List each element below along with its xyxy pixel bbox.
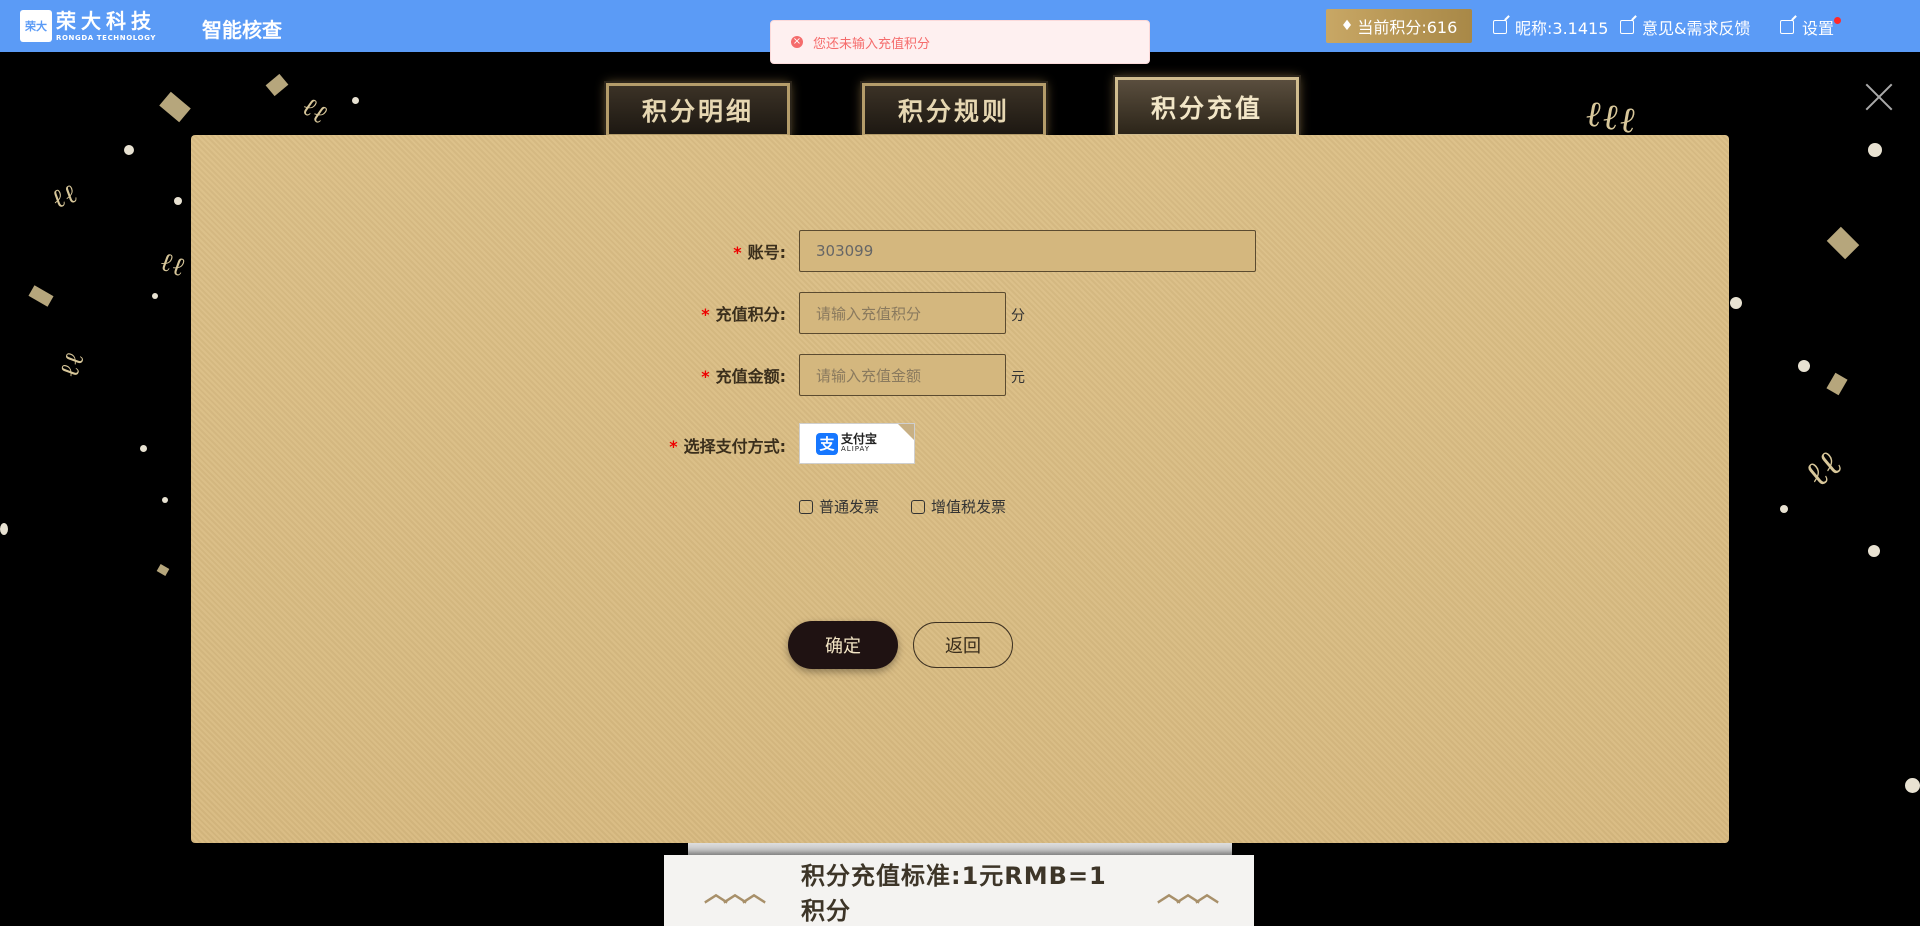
error-icon: ×	[791, 36, 803, 48]
confetti-dot	[152, 293, 158, 299]
logo-subtext: RONGDA TECHNOLOGY	[56, 33, 156, 42]
banner-edge	[688, 843, 1232, 855]
confetti-dot	[174, 197, 182, 205]
account-field[interactable]: 303099	[799, 230, 1256, 272]
confetti-dot	[1868, 143, 1882, 157]
points-badge[interactable]: ♦ 当前积分:616	[1326, 9, 1472, 43]
confetti-dot	[0, 523, 8, 535]
settings-label: 设置	[1802, 19, 1835, 38]
error-toast: × 您还未输入充值积分	[770, 20, 1150, 64]
streamer: ℓℓ	[1797, 442, 1850, 497]
confetti	[1826, 226, 1860, 260]
close-icon[interactable]	[1864, 82, 1894, 112]
alipay-sublabel: ALIPAY	[841, 444, 871, 453]
confetti	[265, 73, 289, 97]
confetti-dot	[1798, 360, 1810, 372]
points-label-field: * 充值积分:	[701, 305, 786, 324]
alipay-icon: 支	[816, 432, 838, 455]
diamond-icon: ♦	[1340, 18, 1354, 34]
settings-link[interactable]: 设置	[1780, 15, 1842, 39]
selected-corner-icon	[898, 424, 914, 440]
amount-label: * 充值金额:	[701, 367, 786, 386]
feedback-label: 意见&需求反馈	[1642, 19, 1751, 38]
tab-points-recharge[interactable]: 积分充值	[1115, 77, 1299, 137]
confirm-button[interactable]: 确定	[788, 621, 898, 669]
zigzag-icon: ︿︿︿	[1157, 879, 1219, 907]
confetti-dot	[1780, 505, 1788, 513]
banner-text: 积分充值标准:1元RMB=1积分	[801, 861, 1107, 925]
invoice-normal-checkbox[interactable]: 普通发票	[799, 496, 879, 517]
tab-points-detail[interactable]: 积分明细	[606, 83, 790, 137]
points-unit: 分	[1011, 308, 1025, 324]
invoice-normal-label: 普通发票	[819, 498, 880, 516]
confetti-dot	[1905, 778, 1920, 793]
confetti-dot	[140, 445, 147, 452]
checkbox-icon	[799, 499, 813, 514]
alipay-option[interactable]: 支 支付宝 ALIPAY	[799, 423, 915, 464]
confetti	[28, 285, 54, 307]
nickname-link[interactable]: 昵称:3.1415	[1493, 15, 1608, 39]
streamer: ℓℓ	[54, 348, 91, 382]
confetti-dot	[162, 497, 168, 503]
streamer: ℓℓ	[155, 246, 190, 284]
confetti	[159, 91, 191, 123]
toast-message: 您还未输入充值积分	[813, 36, 931, 52]
recharge-standard-banner: ︿︿︿ 积分充值标准:1元RMB=1积分 ︿︿︿	[664, 855, 1254, 926]
nickname-label: 昵称:3.1415	[1515, 19, 1609, 38]
feedback-link[interactable]: 意见&需求反馈	[1620, 15, 1750, 39]
edit-icon	[1620, 20, 1634, 34]
back-button[interactable]: 返回	[913, 622, 1013, 668]
logo-mark: 荣大	[20, 10, 52, 42]
confetti-dot	[352, 97, 359, 104]
amount-unit: 元	[1011, 370, 1025, 386]
edit-icon	[1493, 20, 1507, 34]
tab-points-rules[interactable]: 积分规则	[862, 83, 1046, 137]
streamer: ℓℓ	[47, 178, 82, 216]
notification-dot	[1834, 17, 1842, 24]
confetti-dot	[1868, 545, 1880, 557]
alipay-label: 支付宝	[841, 431, 878, 446]
points-label: 当前积分:616	[1357, 18, 1458, 37]
checkbox-icon	[911, 499, 925, 514]
logo-text: 荣大科技	[56, 8, 156, 33]
zigzag-icon: ︿︿︿	[704, 879, 766, 907]
account-label: * 账号:	[733, 243, 786, 262]
confetti-dot	[1730, 297, 1742, 309]
payment-label: * 选择支付方式:	[669, 437, 786, 456]
invoice-vat-checkbox[interactable]: 增值税发票	[911, 496, 1006, 517]
recharge-amount-input[interactable]: 请输入充值金额	[799, 354, 1006, 396]
confetti	[156, 564, 170, 576]
confetti-dot	[124, 145, 134, 155]
app-title: 智能核查	[202, 18, 282, 42]
confetti	[1826, 372, 1848, 396]
streamer: ℓℓ	[295, 91, 334, 131]
edit-icon	[1780, 20, 1794, 34]
logo[interactable]: 荣大 荣大科技 RONGDA TECHNOLOGY	[20, 8, 156, 44]
recharge-points-input[interactable]: 请输入充值积分	[799, 292, 1006, 334]
invoice-vat-label: 增值税发票	[931, 498, 1007, 516]
